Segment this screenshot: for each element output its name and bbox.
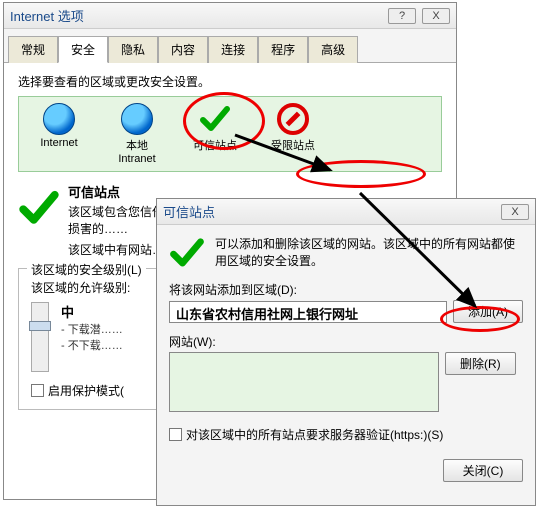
tab-strip: 常规 安全 隐私 内容 连接 程序 高级 [4,29,456,63]
zone-intranet[interactable]: 本地 Intranet [107,103,167,165]
zone-trusted[interactable]: 可信站点 [185,103,245,165]
close-button[interactable]: X [501,204,529,220]
prompt-text: 选择要查看的区域或更改安全设置。 [18,73,442,90]
zone-restricted[interactable]: 受限站点 [263,103,323,165]
globe-icon [43,103,75,135]
close-dialog-button[interactable]: 关闭(C) [443,459,523,482]
info-row: 可以添加和删除该区域的网站。该区域中的所有网站都使用区域的安全设置。 [169,235,523,271]
info-text: 可以添加和删除该区域的网站。该区域中的所有网站都使用区域的安全设置。 [215,235,523,269]
zone-selector: Internet 本地 Intranet 可信站点 受限站点 [18,96,442,172]
sites-label: 网站(W): [169,333,523,350]
tab-advanced[interactable]: 高级 [308,36,358,63]
zone-internet[interactable]: Internet [29,103,89,165]
check-icon [169,235,205,271]
group-label: 该区域的安全级别(L) [27,261,146,278]
window-title: 可信站点 [163,202,215,221]
tab-security[interactable]: 安全 [58,36,108,63]
check-icon [18,187,60,232]
add-label: 将该网站添加到区域(D): [169,281,523,298]
close-button[interactable]: X [422,8,450,24]
check-icon [199,103,231,135]
sites-listbox[interactable] [169,352,439,412]
slider-thumb[interactable] [29,321,51,331]
tab-programs[interactable]: 程序 [258,36,308,63]
add-button[interactable]: 添加(A) [453,300,523,323]
tab-general[interactable]: 常规 [8,36,58,63]
globe-icon [121,103,153,135]
add-site-input[interactable]: 山东省农村信用社网上银行网址 [169,301,447,323]
trusted-sites-window: 可信站点 X 可以添加和删除该区域的网站。该区域中的所有网站都使用区域的安全设置… [156,198,536,506]
tab-connections[interactable]: 连接 [208,36,258,63]
level-line: - 不下载…… [61,337,123,353]
no-entry-icon [277,103,309,135]
level-name: 中 [61,302,123,321]
titlebar[interactable]: 可信站点 X [157,199,535,225]
titlebar[interactable]: Internet 选项 ? X [4,3,456,29]
tab-content[interactable]: 内容 [158,36,208,63]
tab-privacy[interactable]: 隐私 [108,36,158,63]
help-button[interactable]: ? [388,8,416,24]
require-https-row[interactable]: 对该区域中的所有站点要求服务器验证(https:)(S) [169,426,523,443]
window-title: Internet 选项 [10,6,84,25]
checkbox[interactable] [31,384,44,397]
level-slider[interactable] [31,302,49,372]
checkbox[interactable] [169,428,182,441]
remove-button[interactable]: 删除(R) [445,352,516,375]
protected-mode-label: 启用保护模式( [48,382,124,399]
require-https-label: 对该区域中的所有站点要求服务器验证(https:)(S) [186,426,443,443]
level-line: - 下载潜…… [61,321,123,337]
